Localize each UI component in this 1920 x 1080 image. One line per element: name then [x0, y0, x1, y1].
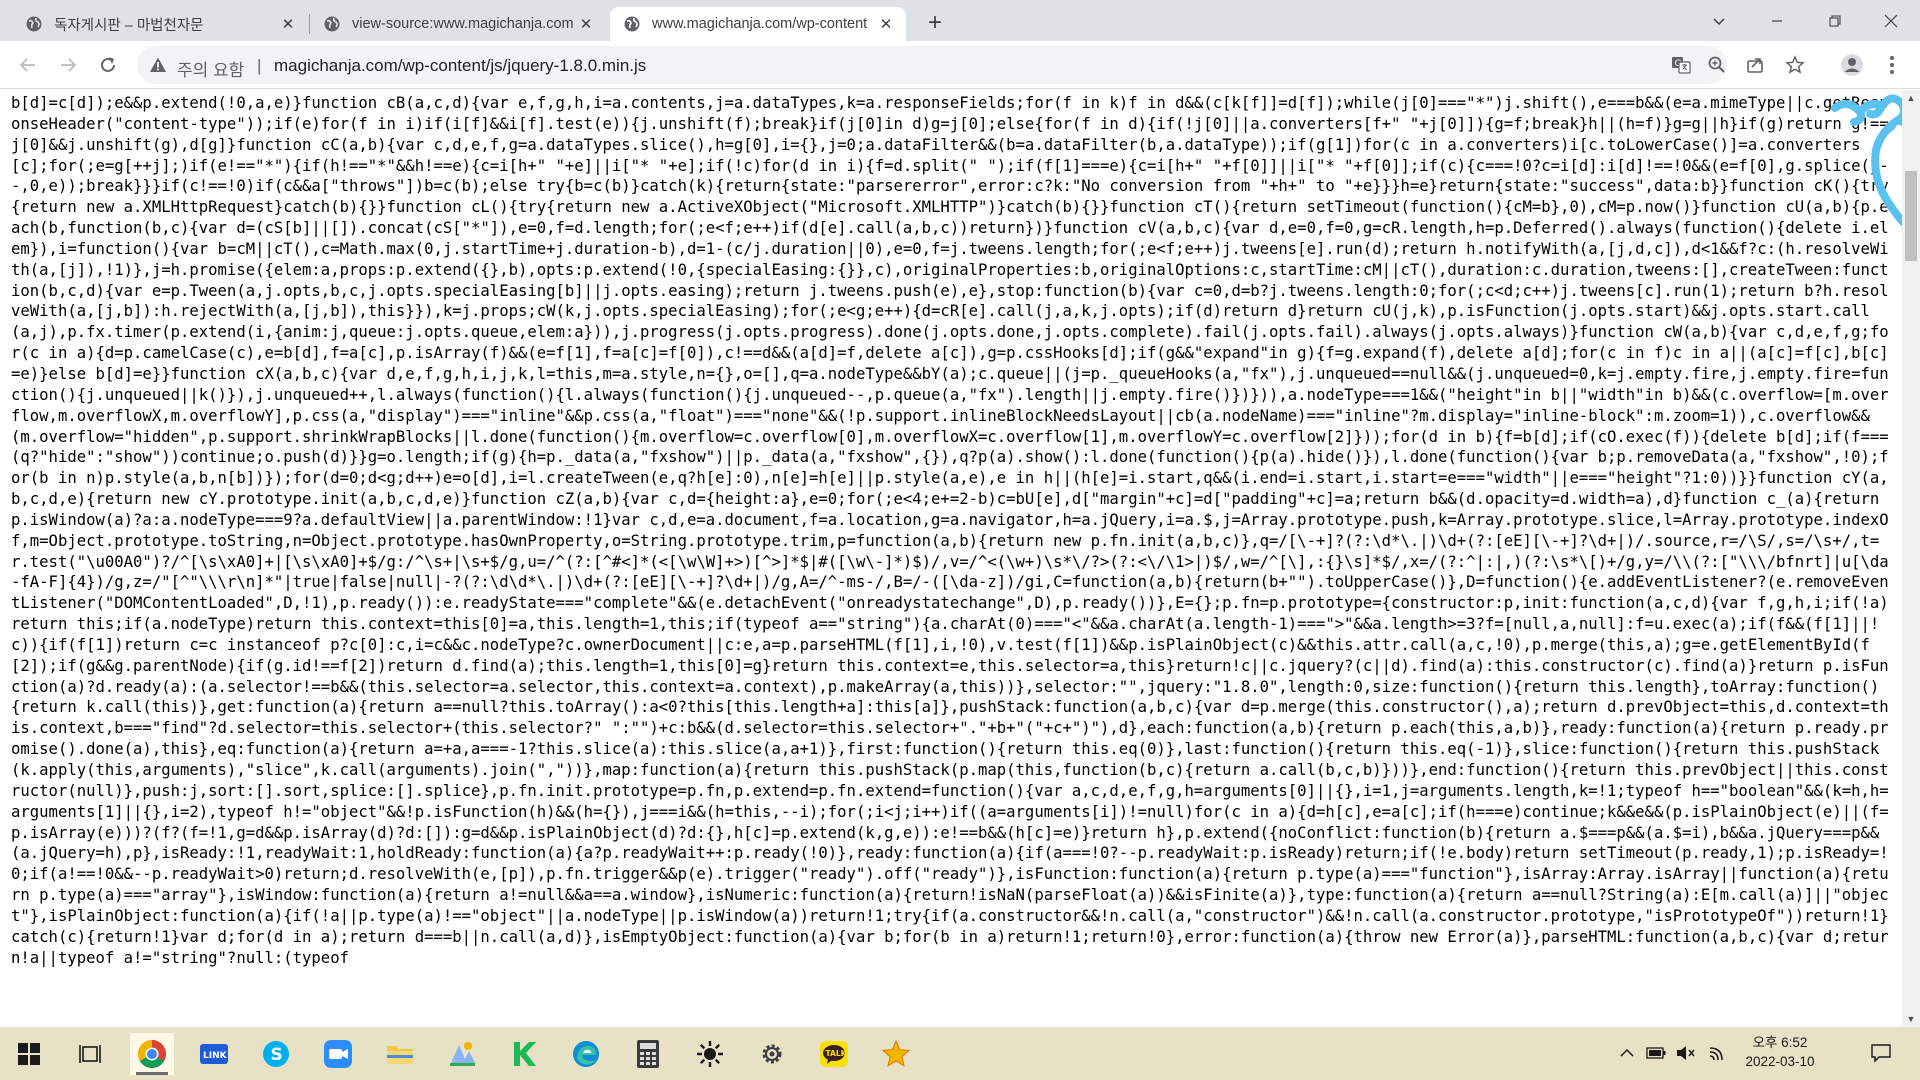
tab-title: www.magichanja.com/wp-content	[652, 16, 868, 32]
green-app-taskbar-button[interactable]	[502, 1033, 546, 1075]
forward-button[interactable]	[52, 49, 84, 81]
tab-magichanja-board[interactable]: 독자게시판 – 마법천자문 ✕	[12, 7, 308, 41]
chevron-down-icon	[1713, 17, 1725, 25]
settings-taskbar-button[interactable]	[750, 1033, 794, 1075]
chrome-taskbar-button[interactable]	[130, 1033, 174, 1075]
sun-icon	[697, 1041, 723, 1067]
k-app-icon	[514, 1042, 536, 1066]
show-hidden-icons-button[interactable]	[1616, 1041, 1638, 1065]
address-divider: |	[257, 56, 262, 75]
reload-icon	[101, 57, 115, 72]
bookmark-star-icon[interactable]	[1783, 53, 1807, 77]
task-view-icon	[79, 1045, 101, 1063]
favorites-taskbar-button[interactable]	[874, 1033, 918, 1075]
address-bar[interactable]: 주의 요함 | magichanja.com/wp-content/js/jqu…	[137, 46, 1805, 84]
skype-icon: S	[263, 1041, 289, 1067]
folder-icon	[387, 1046, 413, 1064]
star-icon	[881, 1039, 911, 1067]
task-view-button[interactable]	[68, 1033, 112, 1075]
close-icon[interactable]: ✕	[278, 14, 298, 34]
globe-icon	[324, 16, 340, 32]
zoom-taskbar-button[interactable]	[316, 1033, 360, 1075]
close-icon[interactable]: ✕	[876, 14, 896, 34]
file-explorer-taskbar-button[interactable]	[378, 1033, 422, 1075]
paint-icon	[450, 1042, 475, 1066]
battery-icon	[1646, 1047, 1666, 1059]
restore-icon	[1829, 14, 1841, 27]
vertical-scrollbar[interactable]: ▲ ▼	[1902, 90, 1920, 1027]
clock-date: 2022-03-10	[1745, 1054, 1815, 1069]
globe-icon	[624, 16, 640, 32]
minimize-button[interactable]	[1748, 0, 1806, 41]
clock-time: 오후 6:52	[1752, 1035, 1808, 1050]
tab-strip: 독자게시판 – 마법천자문 ✕ view-source:www.magichan…	[0, 0, 1920, 41]
calculator-icon	[637, 1040, 659, 1068]
tab-view-source[interactable]: view-source:www.magichanja.com ✕	[310, 7, 606, 41]
app-icon: LINK	[200, 1044, 228, 1064]
windows-logo-icon	[18, 1043, 40, 1065]
close-window-button[interactable]	[1862, 0, 1920, 41]
volume-muted-icon	[1677, 1046, 1695, 1060]
scroll-down-arrow[interactable]: ▼	[1902, 1011, 1920, 1027]
new-tab-button[interactable]: +	[921, 9, 949, 37]
profile-button[interactable]	[1836, 49, 1868, 81]
notification-icon	[1871, 1044, 1891, 1063]
chevron-up-icon	[1620, 1048, 1634, 1057]
close-icon[interactable]: ✕	[576, 14, 596, 34]
menu-button[interactable]	[1876, 49, 1908, 81]
blue-app-taskbar-button[interactable]: LINK	[192, 1033, 236, 1075]
back-button[interactable]	[12, 49, 44, 81]
edge-icon	[573, 1041, 599, 1067]
globe-icon	[26, 16, 42, 32]
tab-jquery-file[interactable]: www.magichanja.com/wp-content ✕	[610, 7, 906, 41]
paint-taskbar-button[interactable]	[440, 1033, 484, 1075]
svg-text:LINK: LINK	[203, 1051, 228, 1061]
edge-taskbar-button[interactable]	[564, 1033, 608, 1075]
back-arrow-icon	[19, 58, 35, 72]
translate-icon[interactable]: G	[1669, 53, 1693, 77]
brightness-taskbar-button[interactable]	[688, 1033, 732, 1075]
kakaotalk-label: TALK	[826, 1049, 848, 1058]
calculator-taskbar-button[interactable]	[626, 1033, 670, 1075]
reload-button[interactable]	[92, 49, 124, 81]
start-button[interactable]	[7, 1033, 51, 1075]
restore-button[interactable]	[1806, 0, 1864, 41]
battery-indicator[interactable]	[1644, 1041, 1668, 1065]
volume-indicator[interactable]	[1674, 1041, 1698, 1065]
forward-arrow-icon	[61, 58, 77, 72]
source-code-text: b[d]=c[d]);e&&p.extend(!0,a,e)}function …	[11, 94, 1889, 967]
close-icon	[1884, 14, 1898, 27]
share-icon[interactable]	[1743, 53, 1767, 77]
browser-toolbar: 주의 요함 | magichanja.com/wp-content/js/jqu…	[0, 41, 1920, 89]
avatar-icon	[1841, 54, 1863, 76]
gear-icon	[762, 1044, 782, 1064]
wifi-icon	[1709, 1047, 1723, 1061]
kakaotalk-icon: TALK	[820, 1041, 848, 1067]
scroll-thumb[interactable]	[1905, 171, 1917, 261]
kebab-menu-icon	[1890, 56, 1894, 74]
svg-text:S: S	[271, 1045, 283, 1065]
kakaotalk-taskbar-button[interactable]: TALK	[812, 1033, 856, 1075]
scroll-up-arrow[interactable]: ▲	[1902, 90, 1920, 106]
windows-taskbar: LINK S TALK 오후 6:52 2022-03-10	[0, 1027, 1920, 1080]
minimize-icon	[1772, 19, 1782, 22]
tab-search-button[interactable]	[1690, 0, 1748, 41]
notification-center-button[interactable]	[1866, 1041, 1896, 1065]
security-label[interactable]: 주의 요함	[177, 56, 244, 81]
tab-title: view-source:www.magichanja.com	[352, 16, 574, 32]
zoom-icon[interactable]	[1705, 53, 1729, 77]
warning-icon[interactable]	[149, 56, 167, 74]
tab-title: 독자게시판 – 마법천자문	[54, 17, 204, 34]
url-text[interactable]: magichanja.com/wp-content/js/jquery-1.8.…	[274, 56, 646, 76]
chrome-icon	[138, 1040, 166, 1068]
taskbar-clock[interactable]: 오후 6:52 2022-03-10	[1738, 1033, 1822, 1071]
skype-taskbar-button[interactable]: S	[254, 1033, 298, 1075]
zoom-icon	[324, 1040, 352, 1068]
page-content: b[d]=c[d]);e&&p.extend(!0,a,e)}function …	[0, 90, 1902, 1027]
network-indicator[interactable]	[1706, 1041, 1730, 1065]
